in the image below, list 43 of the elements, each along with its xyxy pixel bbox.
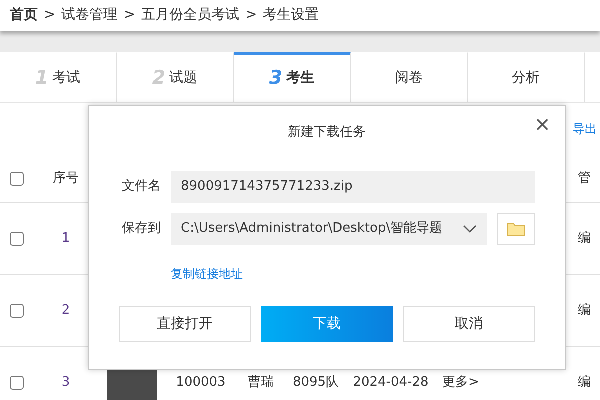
table-cell-text: 8095队 bbox=[292, 374, 340, 392]
table-cell-text: 100003 bbox=[175, 374, 227, 392]
breadcrumb-link[interactable]: 试卷管理 bbox=[62, 5, 118, 26]
column-header: 管 bbox=[578, 170, 592, 188]
edit-link[interactable]: 编 bbox=[578, 228, 600, 248]
dialog-button[interactable]: 直接打开 bbox=[119, 306, 251, 342]
save-path-dropdown[interactable]: C:\Users\Administrator\Desktop\智能导题 bbox=[171, 212, 487, 244]
tab-label: 分析 bbox=[512, 69, 540, 88]
copy-link[interactable]: 复制链接地址 bbox=[171, 264, 243, 282]
breadcrumb-link[interactable]: 首页 bbox=[10, 5, 38, 26]
folder-icon bbox=[507, 222, 525, 236]
checkbox[interactable] bbox=[10, 376, 24, 390]
dialog-title: 新建下载任务 bbox=[287, 124, 367, 142]
breadcrumb-separator: > bbox=[245, 6, 258, 25]
tab-label: 考生 bbox=[286, 69, 315, 88]
field-label: 保存到 bbox=[121, 220, 161, 238]
table-cell-text: 曹瑞 bbox=[247, 374, 275, 392]
table-cell-text: 2 bbox=[60, 302, 72, 320]
column-header: 序号 bbox=[52, 170, 80, 188]
tab-label: 阅卷 bbox=[395, 69, 423, 88]
tab-label: 考试 bbox=[52, 69, 81, 88]
field-label: 文件名 bbox=[121, 178, 161, 196]
checkbox[interactable] bbox=[10, 232, 24, 246]
filename-field[interactable]: 890091714375771233.zip bbox=[171, 170, 535, 202]
checkbox[interactable] bbox=[10, 304, 24, 318]
breadcrumb-separator: > bbox=[124, 6, 136, 25]
breadcrumb-separator: > bbox=[44, 6, 56, 25]
export-link[interactable]: 导出 bbox=[573, 120, 597, 138]
table-cell-text: 3 bbox=[60, 374, 72, 392]
dialog-button[interactable]: 取消 bbox=[403, 306, 535, 342]
close-button[interactable]: × bbox=[530, 112, 555, 136]
edit-link[interactable]: 编 bbox=[578, 300, 600, 320]
tab-number: 3 bbox=[269, 66, 283, 92]
table-cell-text: 1 bbox=[60, 230, 72, 248]
more-link[interactable]: 更多> bbox=[436, 372, 486, 392]
tab-label: 试题 bbox=[170, 69, 198, 88]
breadcrumb-link[interactable]: 考生设置 bbox=[263, 5, 320, 26]
table-cell-text: 2024-04-28 bbox=[352, 374, 430, 392]
edit-link[interactable]: 编 bbox=[578, 372, 600, 392]
checkbox[interactable] bbox=[10, 172, 24, 186]
chevron-down-icon bbox=[463, 224, 477, 232]
breadcrumb-link[interactable]: 五月份全员考试 bbox=[141, 5, 240, 26]
tab[interactable]: 3 考生 bbox=[234, 52, 351, 102]
